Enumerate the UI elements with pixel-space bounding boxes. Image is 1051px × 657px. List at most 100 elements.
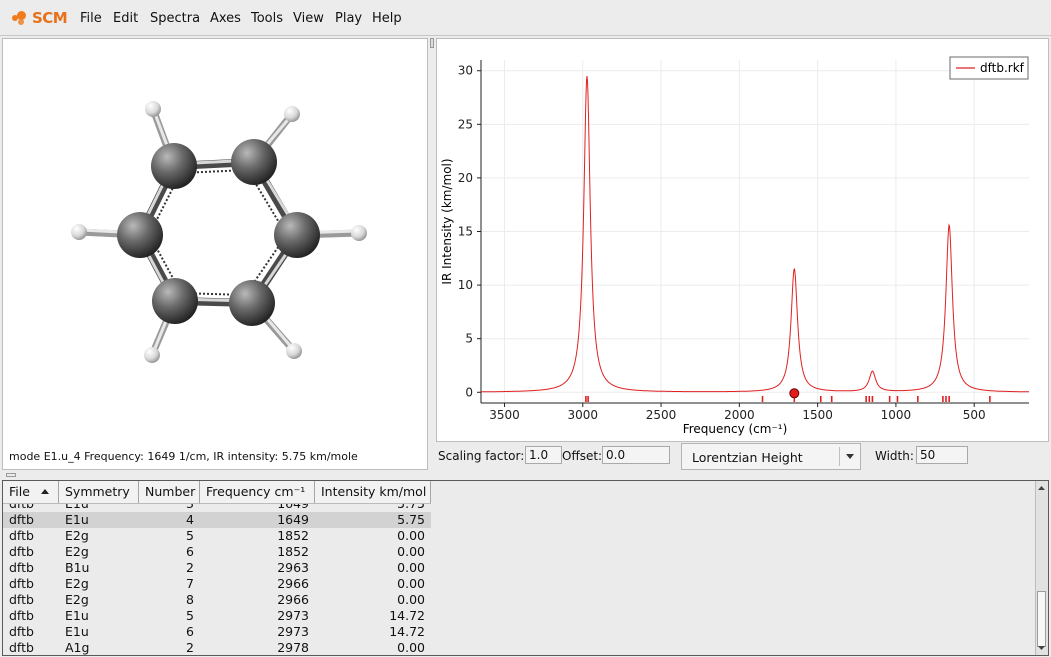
legend-label: dftb.rkf [980, 61, 1025, 75]
y-axis-ticks: 0 5 10 15 20 25 30 [458, 64, 481, 399]
x-tick-label: 3500 [489, 408, 520, 422]
table-cell-file: dftb [9, 592, 34, 607]
lineshape-value: Lorentzian Height [692, 450, 803, 465]
y-tick-label: 10 [458, 278, 473, 292]
menu-view[interactable]: View [293, 11, 324, 26]
column-header-label: Intensity km/mol [321, 484, 427, 499]
y-tick-label: 30 [458, 64, 473, 78]
y-tick-label: 20 [458, 171, 473, 185]
table-cell-num: 4 [186, 512, 194, 527]
column-header-2[interactable]: Number [139, 481, 200, 503]
modes-table[interactable]: dftbE1u316495.75dftbE1u416495.75dftbE2g5… [2, 480, 1049, 656]
width-input[interactable]: 50 [916, 446, 968, 464]
menu-edit[interactable]: Edit [113, 11, 138, 26]
vertical-splitter[interactable] [430, 38, 434, 470]
table-cell-file: dftb [9, 608, 34, 623]
table-cell-num: 2 [186, 560, 194, 575]
scm-logo: SCM [12, 8, 68, 28]
table-cell-file: dftb [9, 528, 34, 543]
menu-help[interactable]: Help [372, 11, 402, 26]
table-row[interactable]: dftb E2g 7 2966 0.00 [3, 576, 431, 592]
menu-spectra[interactable]: Spectra [150, 11, 200, 26]
table-row[interactable]: dftb E1u 4 1649 5.75 [3, 512, 431, 528]
table-cell-file: dftb [9, 512, 34, 527]
offset-input[interactable]: 0.0 [602, 446, 670, 464]
menu-axes[interactable]: Axes [210, 11, 241, 26]
table-cell-int: 0.00 [397, 560, 425, 575]
width-label: Width: [875, 449, 914, 463]
table-cell-int: 0.00 [397, 528, 425, 543]
scaling-factor-input[interactable]: 1.0 [525, 446, 562, 464]
scrollbar-thumb[interactable] [1037, 591, 1046, 647]
table-row[interactable]: dftb E1u 5 2973 14.72 [3, 608, 431, 624]
horizontal-splitter[interactable] [0, 471, 1051, 479]
scroll-down-icon[interactable] [1036, 643, 1047, 653]
ir-spectrum-chart[interactable]: 3500 3000 2500 2000 1500 1000 500 0 5 10 15 20 25 30… [437, 39, 1048, 441]
column-header-4[interactable]: Intensity km/mol [315, 481, 431, 503]
table-row[interactable]: dftb E2g 5 1852 0.00 [3, 528, 431, 544]
table-cell-sym: E1u [65, 608, 89, 623]
table-cell-num: 6 [186, 624, 194, 639]
table-cell-int: 14.72 [389, 624, 425, 639]
table-row[interactable]: dftb A1g 2 2978 0.00 [3, 640, 431, 655]
offset-label: Offset: [562, 449, 603, 463]
table-cell-sym: E2g [65, 592, 89, 607]
selected-mode-marker[interactable] [789, 388, 800, 399]
table-body: dftbE1u316495.75dftbE1u416495.75dftbE2g5… [3, 496, 1037, 655]
table-cell-freq: 2963 [277, 560, 309, 575]
column-header-1[interactable]: Symmetry [59, 481, 139, 503]
x-tick-label: 1000 [881, 408, 912, 422]
sort-ascending-icon [41, 489, 49, 494]
table-cell-file: dftb [9, 576, 34, 591]
y-tick-label: 5 [465, 332, 473, 346]
table-row[interactable]: dftb E1u 6 2973 14.72 [3, 624, 431, 640]
table-cell-freq: 1852 [277, 544, 309, 559]
table-cell-freq: 2973 [277, 608, 309, 623]
table-cell-num: 8 [186, 592, 194, 607]
column-header-3[interactable]: Frequency cm⁻¹ [200, 481, 315, 503]
table-cell-num: 5 [186, 608, 194, 623]
table-cell-num: 2 [186, 640, 194, 655]
x-tick-label: 2500 [646, 408, 677, 422]
menu-file[interactable]: File [80, 11, 102, 26]
chart-grid [481, 60, 1029, 403]
spectrum-controls: Scaling factor: 1.0 Offset: 0.0 Lorentzi… [436, 442, 1049, 470]
scroll-up-icon[interactable] [1036, 483, 1047, 493]
y-tick-label: 15 [458, 225, 473, 239]
scm-logo-icon [12, 9, 30, 27]
table-cell-int: 0.00 [397, 640, 425, 655]
menu-play[interactable]: Play [335, 11, 362, 26]
table-cell-int: 14.72 [389, 608, 425, 623]
chevron-down-icon[interactable] [839, 447, 860, 466]
mode-ticks[interactable] [585, 396, 991, 402]
table-cell-num: 5 [186, 528, 194, 543]
table-row[interactable]: dftb E2g 8 2966 0.00 [3, 592, 431, 608]
table-cell-file: dftb [9, 624, 34, 639]
benzene-molecule[interactable] [3, 39, 427, 439]
lineshape-dropdown[interactable]: Lorentzian Height [681, 443, 861, 470]
table-scrollbar[interactable] [1035, 481, 1048, 655]
table-cell-freq: 2966 [277, 592, 309, 607]
table-cell-file: dftb [9, 544, 34, 559]
table-cell-num: 7 [186, 576, 194, 591]
table-cell-sym: A1g [65, 640, 90, 655]
table-row[interactable]: dftb B1u 2 2963 0.00 [3, 560, 431, 576]
column-header-label: Number [145, 484, 196, 499]
column-header-0[interactable]: File [3, 481, 59, 503]
chart-legend: dftb.rkf [949, 56, 1029, 80]
table-cell-freq: 2978 [277, 640, 309, 655]
table-row[interactable]: dftb E2g 6 1852 0.00 [3, 544, 431, 560]
table-cell-int: 5.75 [397, 512, 425, 527]
x-axis-label: Frequency (cm⁻¹) [683, 422, 788, 436]
molecule-viewer[interactable]: mode E1.u_4 Frequency: 1649 1/cm, IR int… [2, 38, 428, 470]
table-cell-sym: B1u [65, 560, 90, 575]
x-tick-label: 3000 [567, 408, 598, 422]
table-cell-sym: E2g [65, 544, 89, 559]
table-cell-file: dftb [9, 560, 34, 575]
x-tick-label: 2000 [724, 408, 755, 422]
menu-tools[interactable]: Tools [251, 11, 283, 26]
spectrum-plot[interactable]: 3500 3000 2500 2000 1500 1000 500 0 5 10 15 20 25 30… [436, 38, 1049, 442]
scaling-factor-label: Scaling factor: [438, 449, 525, 463]
table-cell-int: 0.00 [397, 576, 425, 591]
logo-text: SCM [32, 9, 68, 27]
